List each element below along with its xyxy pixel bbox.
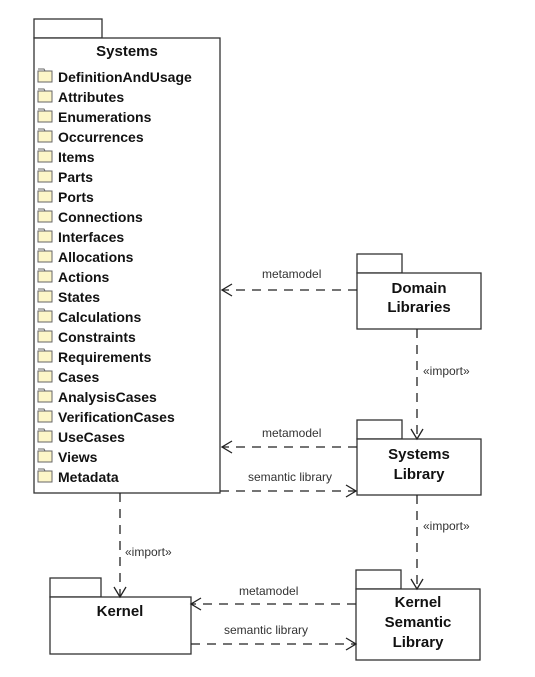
package-item-label: Connections	[58, 209, 143, 225]
folder-icon	[37, 388, 53, 403]
package-item-label: Occurrences	[58, 129, 144, 145]
package-item-label: Ports	[58, 189, 94, 205]
package-domain-libraries[interactable]: Domain Libraries	[356, 253, 482, 330]
folder-icon	[37, 248, 53, 263]
package-tab	[355, 569, 402, 590]
folder-icon	[37, 108, 53, 123]
package-item-label: Requirements	[58, 349, 152, 365]
edge-label: metamodel	[239, 584, 298, 598]
package-title-line: Kernel	[97, 603, 144, 620]
folder-icon	[37, 368, 53, 383]
package-item-label: AnalysisCases	[58, 389, 157, 405]
folder-icon	[37, 148, 53, 163]
package-item-label: UseCases	[58, 429, 125, 445]
edge-label: semantic library	[224, 623, 308, 637]
package-item-label: Attributes	[58, 89, 124, 105]
package-title-line: Systems	[388, 446, 450, 463]
edge-domain-import: «import»	[410, 329, 470, 441]
package-item-label: Constraints	[58, 329, 136, 345]
package-title-line: Kernel	[395, 594, 442, 611]
folder-icon	[37, 288, 53, 303]
package-item-label: Calculations	[58, 309, 141, 325]
package-tab	[356, 419, 403, 440]
package-title-line: Libraries	[387, 299, 450, 316]
package-item-label: VerificationCases	[58, 409, 175, 425]
package-tab	[356, 253, 403, 274]
edge-label: metamodel	[262, 426, 321, 440]
package-item-label: States	[58, 289, 100, 305]
edge-label: «import»	[423, 364, 470, 378]
folder-icon	[37, 428, 53, 443]
folder-icon	[37, 328, 53, 343]
package-item-label: Cases	[58, 369, 99, 385]
package-systems[interactable]: Systems DefinitionAndUsage Attributes Enum…	[33, 18, 221, 494]
edge-kernel-semantic-library: semantic library	[191, 623, 358, 651]
package-item-label: Enumerations	[58, 109, 152, 125]
package-item-label: Items	[58, 149, 95, 165]
folder-icon	[37, 168, 53, 183]
package-kernel-semantic-library[interactable]: Kernel Semantic Library	[355, 569, 481, 661]
package-item-label: DefinitionAndUsage	[58, 69, 192, 85]
package-diagram: Systems DefinitionAndUsage Attributes Enum…	[33, 18, 482, 661]
package-title-line: Library	[393, 634, 445, 651]
folder-icon	[37, 468, 53, 483]
edge-label: «import»	[423, 519, 470, 533]
package-title-line: Library	[394, 466, 446, 483]
folder-icon	[37, 308, 53, 323]
folder-icon	[37, 228, 53, 243]
edge-kernelsem-metamodel: metamodel	[189, 584, 356, 611]
package-item[interactable]: DefinitionAndUsage	[37, 68, 192, 85]
edge-label: semantic library	[248, 470, 332, 484]
package-item-label: Parts	[58, 169, 93, 185]
package-systems-library[interactable]: Systems Library	[356, 419, 482, 496]
folder-icon	[37, 128, 53, 143]
package-title: Systems	[96, 43, 158, 60]
edge-label: «import»	[125, 545, 172, 559]
package-item-label: Interfaces	[58, 229, 124, 245]
edge-syslib-import: «import»	[410, 495, 470, 591]
edge-systems-semantic-library: semantic library	[220, 470, 358, 498]
folder-icon	[37, 68, 53, 83]
folder-icon	[37, 188, 53, 203]
package-title-line: Domain	[391, 280, 446, 297]
package-item[interactable]: VerificationCases	[37, 408, 175, 425]
edge-syslib-metamodel: metamodel	[220, 426, 357, 454]
folder-icon	[37, 208, 53, 223]
package-tab	[33, 18, 103, 39]
package-item-label: Metadata	[58, 469, 119, 485]
package-item-label: Views	[58, 449, 98, 465]
package-tab	[49, 577, 102, 598]
package-item-label: Allocations	[58, 249, 134, 265]
edge-systems-import: «import»	[113, 493, 172, 599]
folder-icon	[37, 348, 53, 363]
package-item-label: Actions	[58, 269, 110, 285]
edge-domain-metamodel: metamodel	[220, 267, 357, 297]
folder-icon	[37, 88, 53, 103]
folder-icon	[37, 268, 53, 283]
folder-icon	[37, 408, 53, 423]
edge-label: metamodel	[262, 267, 321, 281]
folder-icon	[37, 448, 53, 463]
package-title-line: Semantic	[385, 614, 452, 631]
